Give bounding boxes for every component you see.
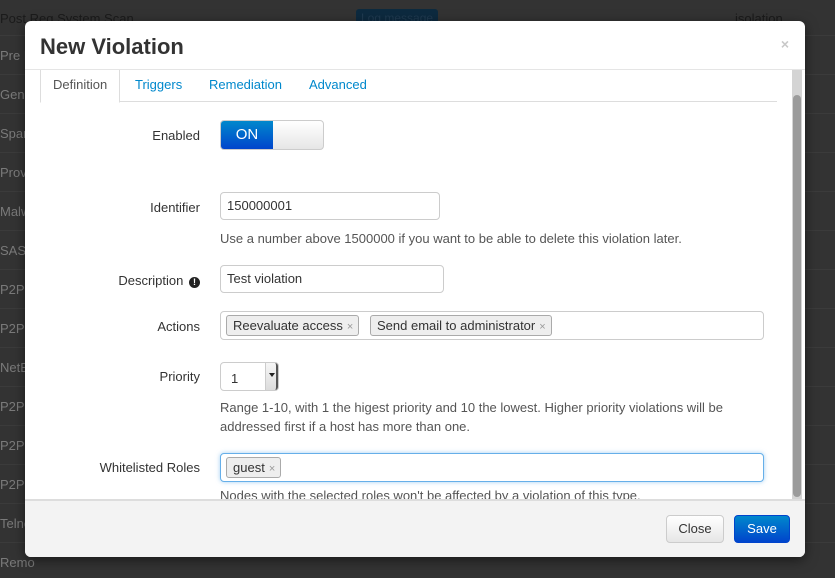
actions-tag-input[interactable]: Reevaluate access × Send email to adminis… <box>220 311 764 340</box>
close-button[interactable]: Close <box>666 515 724 543</box>
priority-help: Range 1-10, with 1 the higest priority a… <box>220 400 723 434</box>
whitelisted-roles-label: Whitelisted Roles <box>99 460 200 475</box>
enabled-label: Enabled <box>152 128 200 143</box>
background-row-name: P2P <box>0 438 25 453</box>
background-row-name: SAS <box>0 243 27 258</box>
description-label: Description ! <box>118 273 200 288</box>
tab-advanced[interactable]: Advanced <box>309 70 367 102</box>
whitelisted-roles-tag-input[interactable]: guest × <box>220 453 764 482</box>
remove-tag-icon[interactable]: × <box>269 463 275 475</box>
background-row-name: P2P <box>0 399 25 414</box>
action-tag-label: Send email to administrator <box>377 318 536 333</box>
tab-triggers[interactable]: Triggers <box>135 70 182 102</box>
enabled-toggle-on: ON <box>221 121 273 149</box>
modal-title: New Violation <box>40 34 184 59</box>
new-violation-modal: New Violation × Definition Triggers Reme… <box>25 21 805 557</box>
tab-remediation[interactable]: Remediation <box>209 70 282 102</box>
role-tag: guest × <box>226 457 282 478</box>
description-input[interactable]: Test violation <box>220 265 444 293</box>
actions-label: Actions <box>157 319 200 334</box>
whitelisted-roles-help: Nodes with the selected roles won't be a… <box>220 488 641 499</box>
chevron-down-icon <box>265 363 278 390</box>
tab-bar: Definition Triggers Remediation Advanced <box>40 70 777 103</box>
description-label-text: Description <box>118 273 184 288</box>
action-tag-label: Reevaluate access <box>233 318 343 333</box>
scrollbar-thumb[interactable] <box>793 95 801 497</box>
remove-tag-icon[interactable]: × <box>539 321 545 333</box>
background-row-name: P2P <box>0 477 25 492</box>
identifier-help: Use a number above 1500000 if you want t… <box>220 231 682 246</box>
priority-label: Priority <box>159 369 200 384</box>
identifier-label: Identifier <box>150 200 200 215</box>
tab-definition[interactable]: Definition <box>40 70 121 103</box>
action-tag: Reevaluate access × <box>226 315 360 336</box>
priority-value: 1 <box>231 371 239 386</box>
modal-body: Definition Triggers Remediation Advanced… <box>25 70 805 499</box>
background-row-name: P2P <box>0 321 25 336</box>
priority-select[interactable]: 1 <box>220 362 279 391</box>
modal-header: New Violation × <box>25 21 805 70</box>
modal-body-scrollbar[interactable] <box>792 70 802 499</box>
identifier-input[interactable]: 150000001 <box>220 192 440 220</box>
remove-tag-icon[interactable]: × <box>347 321 353 333</box>
save-button[interactable]: Save <box>734 515 790 543</box>
enabled-toggle[interactable]: ON <box>220 120 324 150</box>
action-tag: Send email to administrator × <box>370 315 552 336</box>
modal-footer: Close Save <box>25 499 805 557</box>
role-tag-label: guest <box>233 460 265 475</box>
close-icon[interactable]: × <box>781 36 789 52</box>
info-icon[interactable]: ! <box>189 277 200 288</box>
background-row-name: P2P <box>0 282 25 297</box>
